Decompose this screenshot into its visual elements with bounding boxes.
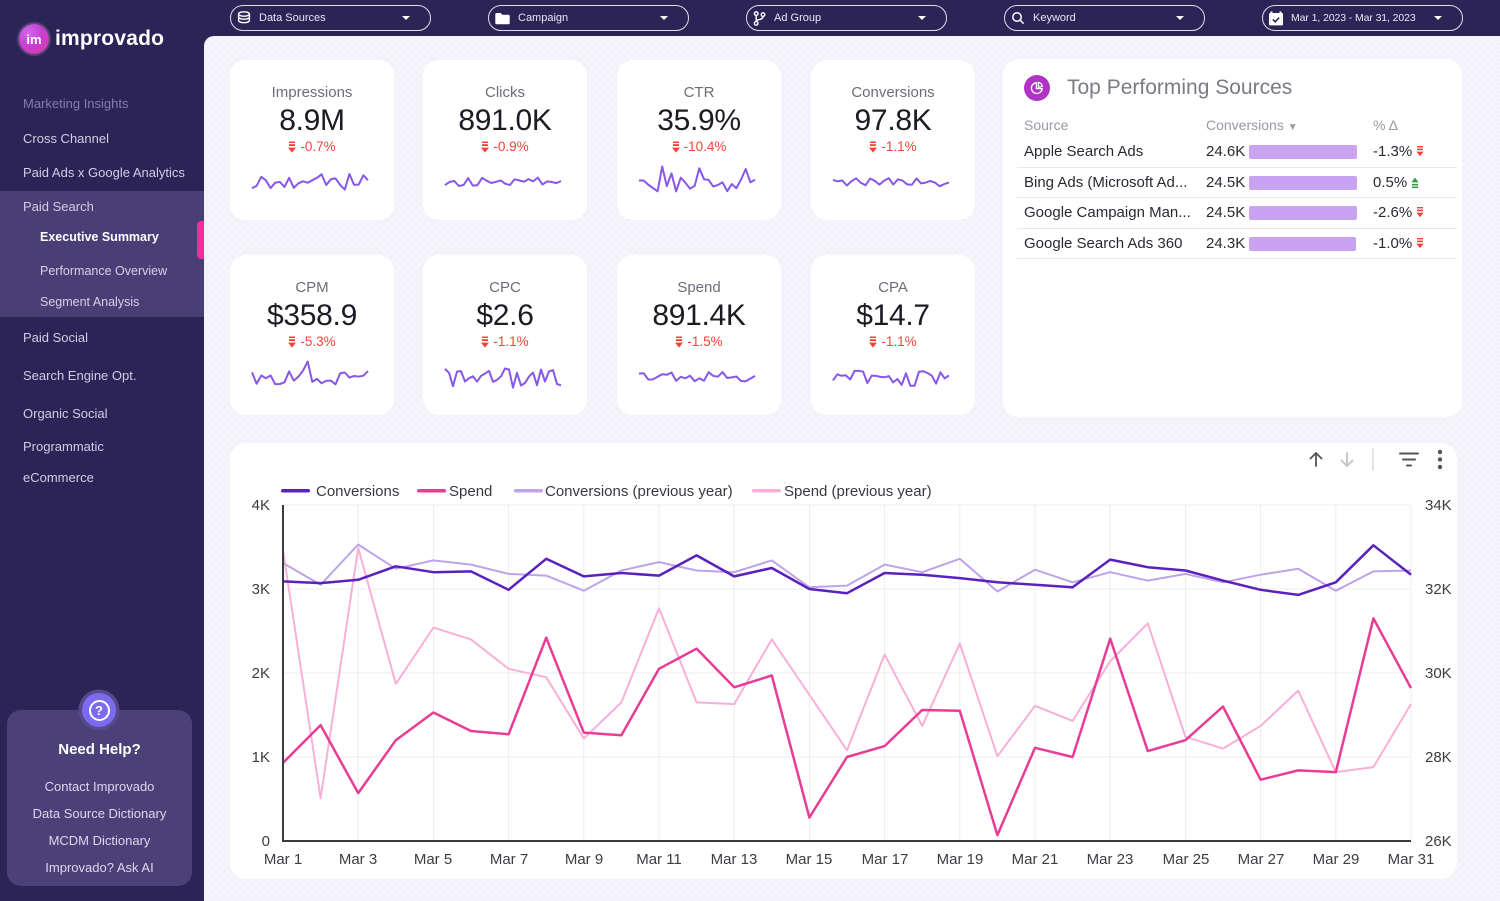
svg-text:Mar 29: Mar 29 (1313, 851, 1360, 868)
svg-text:3K: 3K (252, 581, 270, 598)
svg-text:Conversions: Conversions (316, 483, 399, 500)
svg-text:Mar 27: Mar 27 (1238, 851, 1285, 868)
svg-text:Mar 11: Mar 11 (636, 851, 682, 868)
svg-text:28K: 28K (1425, 749, 1452, 766)
svg-text:Mar 13: Mar 13 (711, 851, 758, 868)
svg-text:Mar 7: Mar 7 (490, 851, 528, 868)
svg-text:Spend (previous year): Spend (previous year) (784, 483, 932, 500)
svg-text:Mar 31: Mar 31 (1388, 851, 1435, 868)
svg-text:Mar 17: Mar 17 (862, 851, 909, 868)
svg-text:2K: 2K (252, 665, 270, 682)
svg-text:26K: 26K (1425, 833, 1452, 850)
svg-text:4K: 4K (252, 497, 270, 514)
svg-text:30K: 30K (1425, 665, 1452, 682)
svg-text:Spend: Spend (449, 483, 492, 500)
svg-text:Mar 21: Mar 21 (1012, 851, 1059, 868)
svg-text:Mar 25: Mar 25 (1163, 851, 1210, 868)
svg-text:32K: 32K (1425, 581, 1452, 598)
svg-text:Mar 19: Mar 19 (937, 851, 984, 868)
svg-text:Mar 3: Mar 3 (339, 851, 377, 868)
svg-text:34K: 34K (1425, 497, 1452, 514)
svg-text:1K: 1K (252, 749, 270, 766)
svg-text:Mar 1: Mar 1 (264, 851, 302, 868)
svg-text:Mar 5: Mar 5 (414, 851, 452, 868)
svg-text:Conversions (previous year): Conversions (previous year) (545, 483, 733, 500)
svg-text:Mar 9: Mar 9 (565, 851, 603, 868)
svg-text:Mar 15: Mar 15 (786, 851, 833, 868)
svg-text:0: 0 (262, 833, 270, 850)
svg-text:Mar 23: Mar 23 (1087, 851, 1134, 868)
